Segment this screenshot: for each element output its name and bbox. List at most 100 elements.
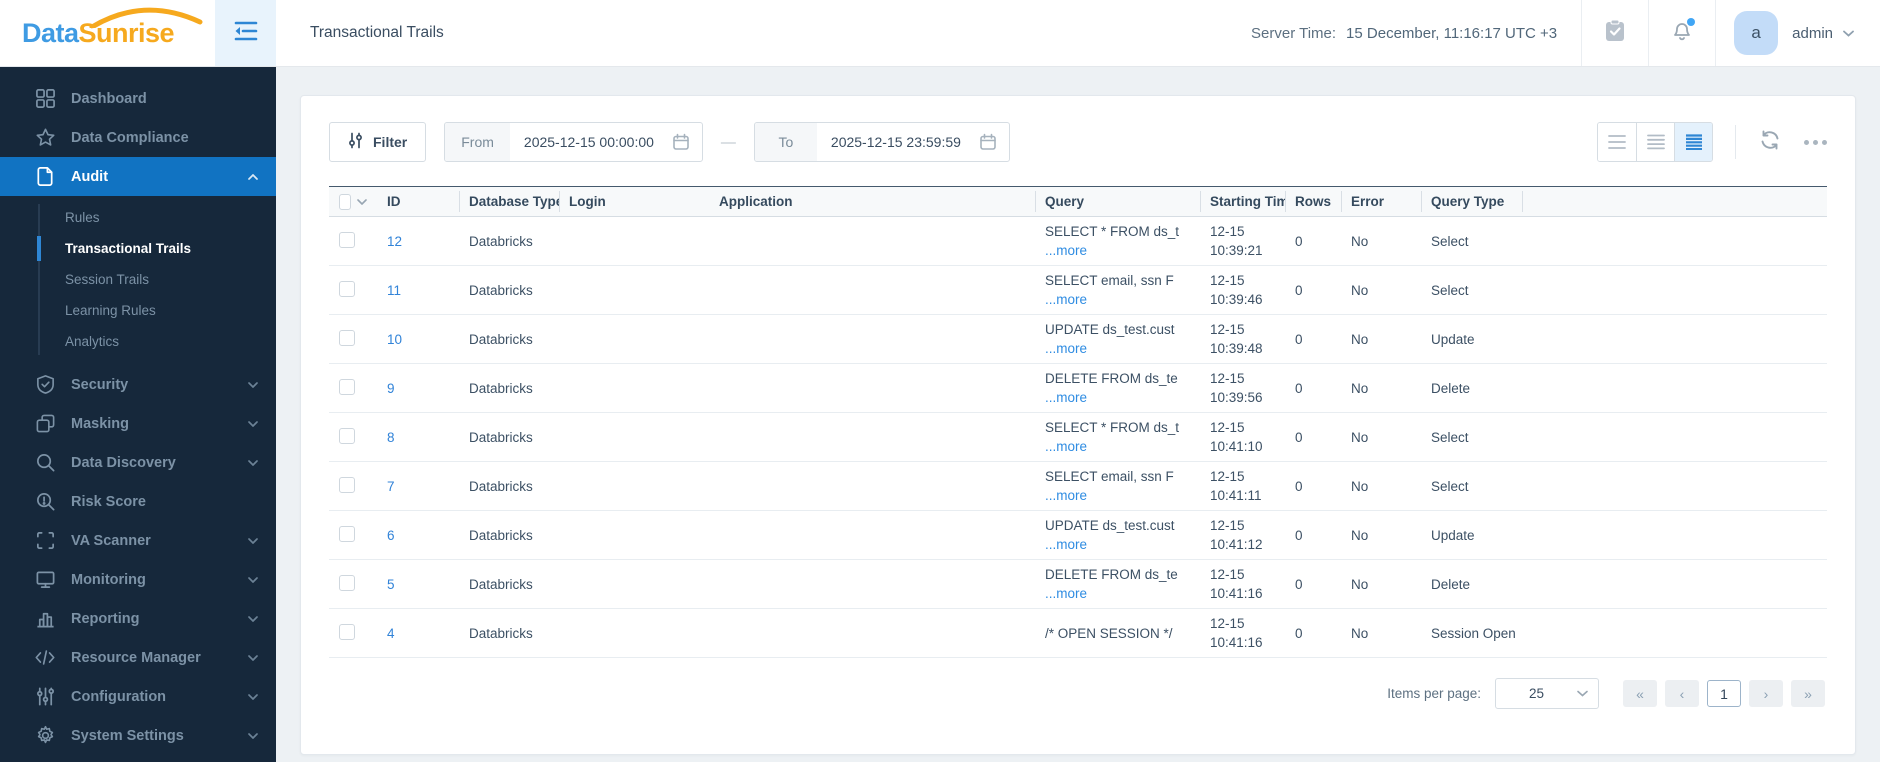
sunrise-arc-icon xyxy=(89,7,203,28)
density-dense-button[interactable] xyxy=(1674,123,1712,161)
sidebar-item-label: Data Discovery xyxy=(71,454,176,471)
row-id-link[interactable]: 5 xyxy=(387,577,395,592)
sidebar-subitem-learning-rules[interactable]: Learning Rules xyxy=(0,295,276,326)
notifications-button[interactable] xyxy=(1649,0,1715,66)
row-checkbox[interactable] xyxy=(339,378,355,395)
topbar-right: Server Time: 15 December, 11:16:17 UTC +… xyxy=(1251,0,1880,66)
sidebar-item-risk-score[interactable]: Risk Score xyxy=(0,482,276,521)
row-checkbox[interactable] xyxy=(339,525,355,542)
row-checkbox[interactable] xyxy=(339,574,355,591)
filter-sliders-icon xyxy=(348,132,363,152)
column-header-starting-time[interactable]: Starting Time xyxy=(1200,186,1285,217)
sidebar-item-resource-manager[interactable]: Resource Manager xyxy=(0,638,276,677)
monitor-icon xyxy=(33,568,57,592)
date-from-field[interactable]: From 2025-12-15 00:00:00 xyxy=(444,122,703,162)
shield-check-icon xyxy=(33,373,57,397)
more-actions-button[interactable] xyxy=(1804,139,1827,145)
column-header-id[interactable]: ID xyxy=(377,186,459,217)
more-link[interactable]: ...more xyxy=(1045,339,1087,358)
column-header-application[interactable]: Application xyxy=(709,186,1035,217)
sidebar-item-va-scanner[interactable]: VA Scanner xyxy=(0,521,276,560)
sidebar-subitem-transactional-trails[interactable]: Transactional Trails xyxy=(0,233,276,264)
row-database-type: Databricks xyxy=(459,412,559,462)
row-checkbox[interactable] xyxy=(339,476,355,493)
sidebar-item-configuration[interactable]: Configuration xyxy=(0,677,276,716)
datasunrise-logo[interactable]: DataSunrise xyxy=(0,7,203,49)
row-database-type: Databricks xyxy=(459,461,559,511)
row-query-type: Delete xyxy=(1421,363,1522,413)
items-per-page-value: 25 xyxy=(1528,686,1545,701)
more-link[interactable]: ...more xyxy=(1045,241,1087,260)
calendar-icon[interactable] xyxy=(672,133,690,151)
first-page-button[interactable]: « xyxy=(1623,680,1657,707)
column-header-query-type[interactable]: Query Type xyxy=(1421,186,1522,217)
sidebar-item-security[interactable]: Security xyxy=(0,365,276,404)
column-header-rows[interactable]: Rows xyxy=(1285,186,1341,217)
row-query-type: Select xyxy=(1421,265,1522,315)
code-icon xyxy=(33,646,57,670)
sidebar-item-data-compliance[interactable]: Data Compliance xyxy=(0,118,276,157)
refresh-button[interactable] xyxy=(1758,129,1782,156)
select-all-checkbox[interactable] xyxy=(339,193,351,210)
items-per-page-select[interactable]: 25 xyxy=(1495,678,1599,709)
start-time: 10:39:46 xyxy=(1210,292,1263,307)
query-text: SELECT * FROM ds_t xyxy=(1045,420,1180,435)
row-id-link[interactable]: 9 xyxy=(387,381,395,396)
sidebar-subitem-rules[interactable]: Rules xyxy=(0,202,276,233)
sidebar-item-system-settings[interactable]: System Settings xyxy=(0,716,276,755)
clipboard-check-icon xyxy=(1604,19,1626,48)
start-time: 10:41:12 xyxy=(1210,537,1263,552)
user-menu[interactable]: a admin xyxy=(1716,0,1880,66)
query-text: SELECT email, ssn F xyxy=(1045,469,1174,484)
row-id-link[interactable]: 12 xyxy=(387,234,402,249)
row-checkbox[interactable] xyxy=(339,231,355,248)
toolbar-right xyxy=(1597,122,1827,162)
column-header-query[interactable]: Query xyxy=(1035,186,1200,217)
last-page-button[interactable]: » xyxy=(1791,680,1825,707)
more-link[interactable]: ...more xyxy=(1045,437,1087,456)
sidebar-collapse-button[interactable] xyxy=(215,0,276,66)
previous-page-button[interactable]: ‹ xyxy=(1665,680,1699,707)
sidebar-subitem-analytics[interactable]: Analytics xyxy=(0,326,276,357)
row-id-link[interactable]: 8 xyxy=(387,430,395,445)
avatar-letter: a xyxy=(1751,23,1761,42)
row-id-link[interactable]: 11 xyxy=(387,283,401,298)
start-date: 12-15 xyxy=(1210,371,1245,386)
dashboard-icon xyxy=(33,87,57,111)
column-header-database-type[interactable]: Database Type xyxy=(459,186,559,217)
more-link[interactable]: ...more xyxy=(1045,535,1087,554)
row-checkbox[interactable] xyxy=(339,280,355,297)
column-header-login[interactable]: Login xyxy=(559,186,709,217)
row-id-link[interactable]: 4 xyxy=(387,626,395,641)
sidebar-item-audit[interactable]: Audit xyxy=(0,157,276,196)
row-id-link[interactable]: 6 xyxy=(387,528,395,543)
density-loose-button[interactable] xyxy=(1598,123,1636,161)
more-link[interactable]: ...more xyxy=(1045,584,1087,603)
row-error: No xyxy=(1341,510,1421,560)
calendar-icon[interactable] xyxy=(979,133,997,151)
row-id-link[interactable]: 10 xyxy=(387,332,402,347)
row-checkbox[interactable] xyxy=(339,623,355,640)
column-header-error[interactable]: Error xyxy=(1341,186,1421,217)
select-dropdown-chevron-icon[interactable] xyxy=(357,198,367,205)
sidebar-item-dashboard[interactable]: Dashboard xyxy=(0,79,276,118)
more-link[interactable]: ...more xyxy=(1045,486,1087,505)
filter-button[interactable]: Filter xyxy=(329,122,427,162)
sidebar-item-reporting[interactable]: Reporting xyxy=(0,599,276,638)
transactional-trails-table: ID Database Type Login Application Query… xyxy=(329,186,1827,658)
current-page-button[interactable]: 1 xyxy=(1707,680,1741,707)
sidebar-item-monitoring[interactable]: Monitoring xyxy=(0,560,276,599)
date-to-field[interactable]: To 2025-12-15 23:59:59 xyxy=(753,122,1010,162)
sidebar-subitem-session-trails[interactable]: Session Trails xyxy=(0,264,276,295)
row-id-link[interactable]: 7 xyxy=(387,479,395,494)
row-checkbox[interactable] xyxy=(339,427,355,444)
density-medium-button[interactable] xyxy=(1636,123,1674,161)
sidebar-item-masking[interactable]: Masking xyxy=(0,404,276,443)
more-link[interactable]: ...more xyxy=(1045,290,1087,309)
next-page-button[interactable]: › xyxy=(1749,680,1783,707)
row-checkbox[interactable] xyxy=(339,329,355,346)
tasks-button[interactable] xyxy=(1582,0,1648,66)
more-link[interactable]: ...more xyxy=(1045,388,1087,407)
sidebar-item-data-discovery[interactable]: Data Discovery xyxy=(0,443,276,482)
row-rows-count: 0 xyxy=(1285,363,1341,413)
